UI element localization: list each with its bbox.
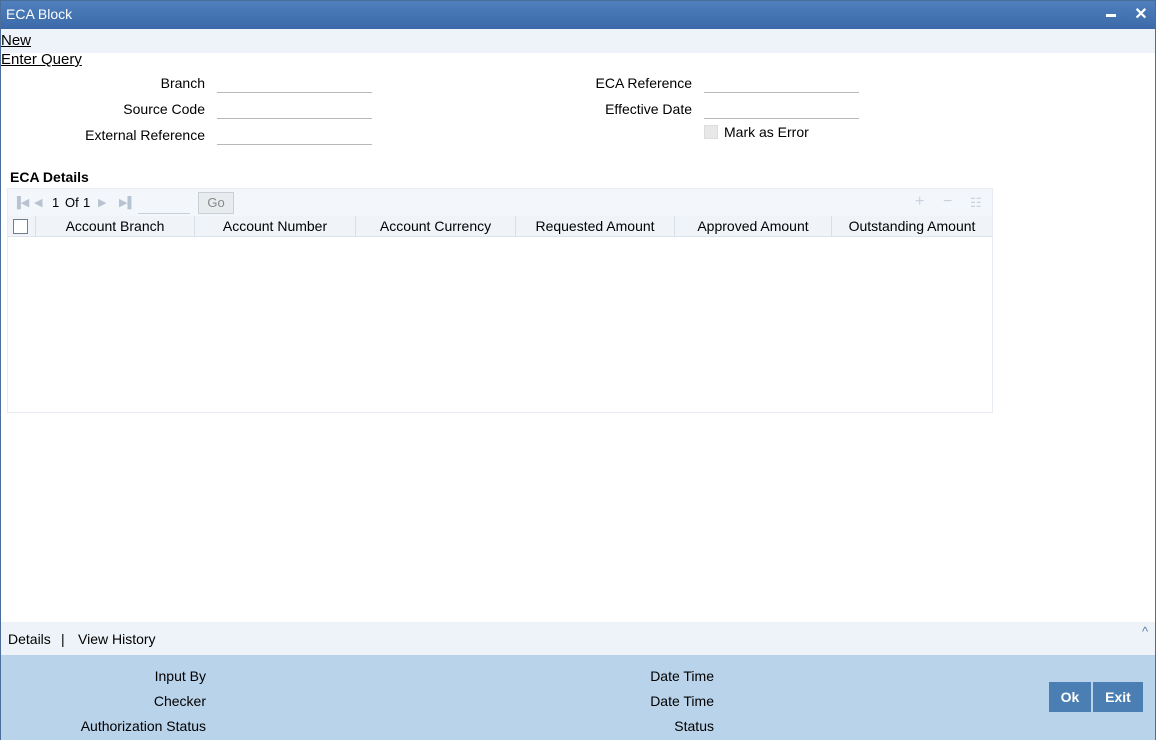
add-row-icon[interactable]: + [915, 193, 924, 211]
eca-details-title: ECA Details [10, 169, 89, 185]
external-reference-field[interactable] [217, 125, 372, 145]
col-outstanding-amount[interactable]: Outstanding Amount [832, 216, 992, 237]
date-time-label-1: Date Time [650, 668, 714, 684]
title-bar: ECA Block ▬ ✕ [1, 1, 1155, 29]
checker-label: Checker [153, 693, 206, 709]
footer-tabs-bar: Details | View History ^ [1, 622, 1155, 655]
page-of-label: Of [65, 195, 79, 210]
effective-date-field[interactable] [704, 99, 859, 119]
col-approved-amount[interactable]: Approved Amount [675, 216, 832, 237]
branch-label: Branch [160, 75, 205, 91]
grid-toolbar: ▐◀ ◀ 1 Of 1 ▶ ▶▌ Go + − ☷ [8, 189, 992, 216]
menu-bar [1, 29, 1155, 53]
minimize-icon[interactable]: ▬ [1101, 5, 1121, 25]
input-by-label: Input By [154, 668, 206, 684]
mark-as-error-checkbox[interactable] [704, 125, 718, 139]
exit-button[interactable]: Exit [1093, 682, 1143, 712]
collapse-icon[interactable]: ^ [1142, 624, 1148, 639]
mark-as-error-label: Mark as Error [724, 124, 809, 140]
single-view-icon[interactable]: ☷ [970, 195, 982, 211]
view-history-tab[interactable]: View History [78, 631, 156, 647]
details-tab[interactable]: Details [8, 631, 51, 647]
ok-button[interactable]: Ok [1049, 682, 1091, 712]
last-page-icon[interactable]: ▶▌ [119, 196, 135, 209]
source-code-field[interactable] [217, 99, 372, 119]
window-title: ECA Block [6, 6, 73, 22]
col-account-branch[interactable]: Account Branch [36, 216, 195, 237]
authorization-status-label: Authorization Status [80, 718, 206, 734]
close-icon[interactable]: ✕ [1131, 5, 1151, 25]
eca-reference-label: ECA Reference [595, 75, 693, 91]
source-code-label: Source Code [123, 101, 205, 117]
enter-query-link[interactable]: Enter Query [1, 51, 82, 68]
col-account-number[interactable]: Account Number [195, 216, 356, 237]
new-link[interactable]: New [1, 32, 31, 49]
effective-date-label: Effective Date [605, 101, 692, 117]
first-page-icon[interactable]: ▐◀ [13, 196, 29, 209]
delete-row-icon[interactable]: − [943, 193, 952, 211]
current-page: 1 [52, 195, 60, 210]
branch-field[interactable] [217, 73, 372, 93]
eca-reference-field[interactable] [704, 73, 859, 93]
next-page-icon[interactable]: ▶ [98, 196, 106, 209]
select-all-checkbox[interactable] [13, 219, 28, 234]
eca-details-grid: ▐◀ ◀ 1 Of 1 ▶ ▶▌ Go + − ☷ Account Branch… [7, 188, 993, 413]
go-button[interactable]: Go [198, 192, 234, 214]
select-all-cell [8, 216, 36, 237]
status-label: Status [674, 718, 714, 734]
eca-block-window: ECA Block ▬ ✕ New Enter Query Branch Sou… [0, 0, 1156, 740]
col-requested-amount[interactable]: Requested Amount [516, 216, 675, 237]
date-time-label-2: Date Time [650, 693, 714, 709]
grid-header: Account Branch Account Number Account Cu… [8, 216, 992, 237]
col-account-currency[interactable]: Account Currency [356, 216, 516, 237]
previous-page-icon[interactable]: ◀ [34, 196, 42, 209]
total-pages: 1 [83, 195, 91, 210]
audit-panel: Input By Checker Authorization Status Da… [1, 655, 1155, 740]
page-number-input[interactable] [138, 192, 190, 214]
tab-separator: | [61, 631, 65, 647]
external-reference-label: External Reference [85, 127, 205, 143]
